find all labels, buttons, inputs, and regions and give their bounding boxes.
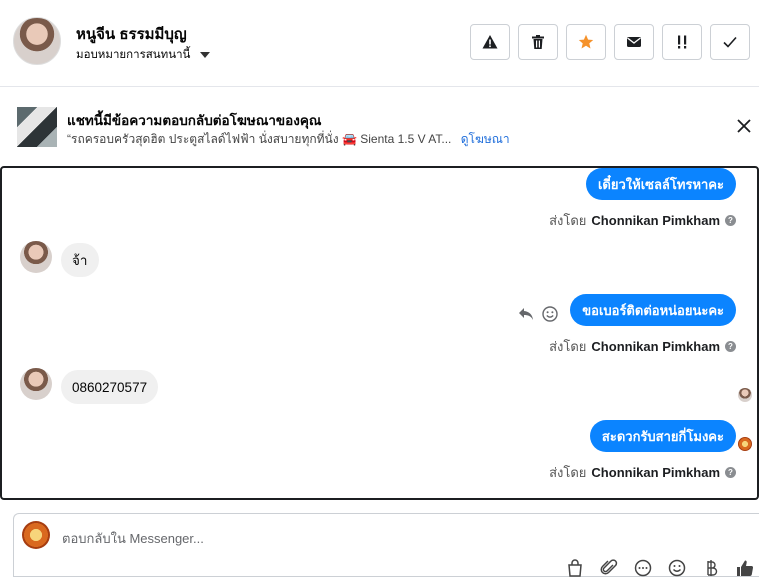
warning-button[interactable] <box>470 24 510 60</box>
message-thread[interactable]: เดี๋ยวให้เซลล์โทรหาคะ ส่งโดย Chonnikan P… <box>0 166 759 500</box>
message-hover-actions <box>518 306 558 322</box>
payment-icon[interactable] <box>701 558 721 577</box>
info-icon[interactable]: ? <box>725 341 736 352</box>
ad-banner-subtitle: “รถครอบครัวสุดฮิต ประตูสไลด์ไฟฟ้า นั่งสบ… <box>67 130 510 149</box>
sender-name: Chonnikan Pimkham <box>591 339 720 354</box>
composer-toolbar <box>565 558 755 577</box>
info-icon[interactable]: ? <box>725 215 736 226</box>
incoming-message[interactable]: จ้า <box>61 243 99 277</box>
outgoing-message[interactable]: เดี๋ยวให้เซลล์โทรหาคะ <box>585 168 736 200</box>
sent-by-prefix: ส่งโดย <box>549 339 587 354</box>
sent-by-label: ส่งโดย Chonnikan Pimkham ? <box>549 336 736 357</box>
star-icon <box>578 34 594 49</box>
reply-input[interactable]: ตอบกลับใน Messenger... <box>62 528 204 549</box>
priority-button[interactable] <box>662 24 702 60</box>
double-exclamation-icon <box>678 35 687 49</box>
shopping-bag-icon[interactable] <box>565 558 585 577</box>
emoji-react-icon[interactable] <box>542 306 558 322</box>
envelope-icon <box>627 37 641 47</box>
sent-by-label: ส่งโดย Chonnikan Pimkham ? <box>549 462 736 483</box>
read-receipt-avatar <box>738 388 752 402</box>
contact-name[interactable]: หนูจีน ธรรมมีบุญ <box>76 22 187 46</box>
warning-icon <box>482 35 498 49</box>
ad-thumbnail[interactable] <box>17 107 57 147</box>
assign-dropdown[interactable]: มอบหมายการสนทนานี้ <box>76 46 211 64</box>
star-button[interactable] <box>566 24 606 60</box>
assign-label: มอบหมายการสนทนานี้ <box>76 49 191 61</box>
paperclip-icon[interactable] <box>599 558 619 577</box>
trash-icon <box>532 35 544 49</box>
contact-avatar-small <box>20 368 52 400</box>
caret-down-icon <box>200 52 211 58</box>
incoming-message[interactable]: 0860270577 <box>61 370 159 404</box>
done-button[interactable] <box>710 24 750 60</box>
thumbs-up-icon[interactable] <box>735 558 755 577</box>
sender-name: Chonnikan Pimkham <box>591 465 720 480</box>
mail-button[interactable] <box>614 24 654 60</box>
sent-by-label: ส่งโดย Chonnikan Pimkham ? <box>549 210 736 231</box>
page-avatar <box>22 521 50 549</box>
ad-text: “รถครอบครัวสุดฮิต ประตูสไลด์ไฟฟ้า นั่งสบ… <box>67 132 452 146</box>
saved-replies-icon[interactable] <box>633 558 653 577</box>
close-icon[interactable] <box>735 117 753 135</box>
outgoing-message[interactable]: ขอเบอร์ติดต่อหน่อยนะคะ <box>570 294 736 326</box>
checkmark-icon <box>723 36 737 48</box>
view-ad-link[interactable]: ดูโฆษณา <box>461 132 510 146</box>
emoji-icon[interactable] <box>667 558 687 577</box>
header-actions <box>470 24 750 60</box>
ad-banner-title: แชทนี้มีข้อความตอบกลับต่อโฆษณาของคุณ <box>67 113 322 128</box>
reply-icon[interactable] <box>518 307 534 321</box>
seen-avatar <box>738 437 752 451</box>
sent-by-prefix: ส่งโดย <box>549 465 587 480</box>
outgoing-message[interactable]: สะดวกรับสายกี่โมงคะ <box>589 420 736 452</box>
sender-name: Chonnikan Pimkham <box>591 213 720 228</box>
reply-composer: ตอบกลับใน Messenger... <box>13 513 759 577</box>
info-icon[interactable]: ? <box>725 467 736 478</box>
ad-reply-banner: แชทนี้มีข้อความตอบกลับต่อโฆษณาของคุณ “รถ… <box>0 88 759 166</box>
contact-avatar[interactable] <box>13 17 61 65</box>
sent-by-prefix: ส่งโดย <box>549 213 587 228</box>
conversation-header: หนูจีน ธรรมมีบุญ มอบหมายการสนทนานี้ <box>0 0 759 87</box>
delete-button[interactable] <box>518 24 558 60</box>
contact-avatar-small <box>20 241 52 273</box>
